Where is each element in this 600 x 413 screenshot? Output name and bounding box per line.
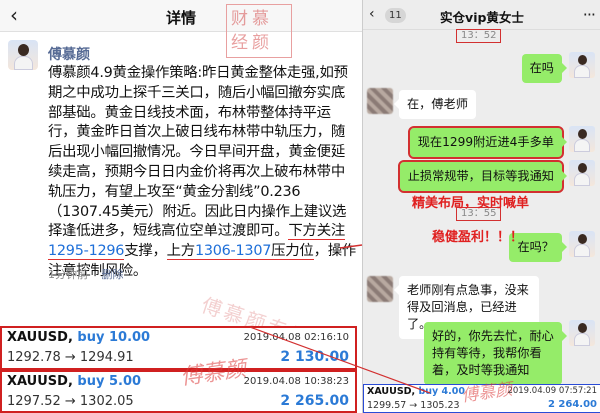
watermark-stamp: 财慕经颜: [226, 4, 292, 58]
trade-side: buy 10.00: [77, 330, 151, 345]
author-avatar[interactable]: [8, 40, 38, 70]
trade-price: 1297.52 → 1302.05: [7, 394, 134, 409]
my-avatar[interactable]: [569, 160, 595, 186]
trade-date: 2019.04.08 02:16:10: [243, 332, 349, 343]
chat-header: ‹ 11 实仓vip黄女士 ···: [363, 0, 600, 30]
resistance-suffix: 压力位: [271, 243, 314, 261]
message-bubble-sent[interactable]: 止损常规带，目标等我通知: [397, 160, 568, 193]
message-bubble-sent[interactable]: 好的，你先去忙，耐心持有等待，我帮你看着，及时等我通知: [424, 322, 567, 385]
more-icon[interactable]: ···: [583, 5, 596, 24]
support-range-link[interactable]: 1295-1296: [48, 243, 124, 261]
chat-title: 实仓vip黄女士: [440, 10, 524, 25]
page-title: 详情: [165, 9, 196, 27]
resistance-label: 上方: [166, 243, 195, 261]
delete-link[interactable]: 删除: [102, 268, 124, 281]
message-bubble-sent[interactable]: 现在1299附近进4手多单: [407, 126, 568, 159]
support-suffix: 支撑，: [124, 243, 167, 260]
trade-date: 2019.04.09 07:57:21: [507, 386, 597, 396]
post-body: 傅慕颜4.9黄金操作策略:昨日黄金整体走强,如预期之中成功上探千三关口，随后小幅…: [48, 64, 356, 282]
message-timestamp: 13：52: [456, 29, 502, 43]
trade-symbol: XAUUSD, buy 5.00: [7, 374, 142, 389]
message-bubble-sent[interactable]: 在吗: [521, 54, 568, 83]
contact-avatar[interactable]: [367, 276, 393, 302]
trade-record: XAUUSD, buy 5.00 2019.04.08 10:38:23 129…: [0, 370, 357, 413]
my-avatar[interactable]: [569, 126, 595, 152]
moments-detail-panel: ‹ 详情 傅慕颜 傅慕颜4.9黄金操作策略:昨日黄金整体走强,如预期之中成功上探…: [0, 0, 362, 413]
trade-side: buy 5.00: [77, 374, 142, 389]
my-avatar[interactable]: [569, 320, 595, 346]
resistance-range-link[interactable]: 1306-1307: [194, 243, 271, 261]
post-paragraph: 傅慕颜4.9黄金操作策略:昨日黄金整体走强,如预期之中成功上探千三关口，随后小幅…: [48, 65, 348, 240]
trade-price: 1292.78 → 1294.91: [7, 350, 134, 365]
my-avatar[interactable]: [569, 231, 595, 257]
my-avatar[interactable]: [569, 52, 595, 78]
promo-caption-1: 精美布局，实时喊单: [412, 196, 530, 211]
author-name[interactable]: 傅慕颜: [48, 44, 90, 64]
trade-profit: 2 265.00: [280, 393, 349, 409]
trade-price: 1299.57 → 1305.23: [367, 400, 460, 411]
trade-symbol: XAUUSD, buy 4.00: [367, 386, 465, 397]
trade-date: 2019.04.08 10:38:23: [243, 376, 349, 387]
support-label: 下方关注: [288, 223, 345, 241]
trade-profit: 2 264.00: [547, 399, 597, 410]
trade-side: buy 4.00: [418, 386, 465, 397]
promo-caption-2: 稳健盈利！！！: [432, 230, 524, 245]
trade-symbol: XAUUSD, buy 10.00: [7, 330, 151, 345]
detail-header: ‹ 详情: [0, 0, 362, 32]
trade-profit: 2 130.00: [280, 349, 349, 365]
post-meta: 1分钟前 删除: [48, 266, 124, 282]
post-time: 1分钟前: [48, 268, 88, 281]
contact-avatar[interactable]: [367, 88, 393, 114]
message-bubble-received[interactable]: 在，傅老师: [394, 90, 476, 119]
